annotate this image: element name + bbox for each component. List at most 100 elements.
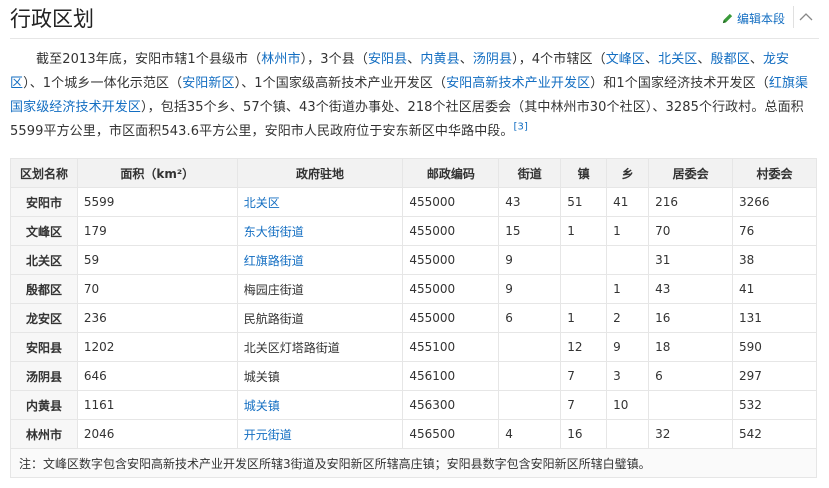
link-neihuang[interactable]: 内黄县 [420,52,459,67]
pencil-icon [722,13,733,24]
division-name-cell: 内黄县 [10,390,78,420]
col-header: 邮政编码 [402,158,500,188]
table-cell: 455100 [402,332,500,362]
table-cell: 43 [648,274,734,304]
para-text: 、 [697,52,711,67]
link-wenfeng[interactable]: 文峰区 [606,52,645,67]
seat-link[interactable]: 红旗路街道 [244,254,304,268]
col-header: 面积（km²） [76,158,238,188]
table-row: 龙安区 236 民航路街道 455000 6 1 2 16 131 [10,303,817,333]
table-cell: 646 [76,361,238,391]
table-cell [498,390,562,420]
division-name-cell: 林州市 [10,419,78,449]
col-header: 乡 [606,158,650,188]
table-cell: 2 [606,303,650,333]
table-cell: 32 [648,419,734,449]
table-row: 林州市 2046 开元街道 456500 4 16 32 542 [10,419,817,449]
link-yindu[interactable]: 殷都区 [711,52,750,67]
table-cell: 456500 [402,419,500,449]
division-name-cell: 安阳市 [10,187,78,217]
table-row: 殷都区 70 梅园庄街道 455000 9 1 43 41 [10,274,817,304]
section-header: 行政区划 编辑本段 [10,0,819,39]
para-text: 、 [459,52,473,67]
table-cell: 297 [732,361,817,391]
header-divider [10,38,819,39]
link-anyang-new-district[interactable]: 安阳新区 [182,76,234,91]
table-cell: 236 [76,303,238,333]
table-cell: 18 [648,332,734,362]
edit-section-label: 编辑本段 [736,12,785,26]
table-cell: 10 [606,390,650,420]
para-text: ），4个市辖区（ [512,52,606,67]
table-cell: 38 [732,245,817,275]
para-text: ）、1个国家级高新技术产业开发区（ [234,76,447,91]
table-note: 注：文峰区数字包含安阳高新技术产业开发区所辖3街道及安阳新区所辖高庄镇；安阳县数… [10,448,817,478]
table-cell: 590 [732,332,817,362]
para-text: ），3个县（ [300,52,368,67]
table-row: 北关区 59 红旗路街道 455000 9 31 38 [10,245,817,275]
table-cell: 532 [732,390,817,420]
chevron-up-icon [799,13,812,21]
table-cell: 131 [732,303,817,333]
table-cell: 455000 [402,245,500,275]
table-cell: 41 [732,274,817,304]
table-cell: 1 [560,216,608,246]
table-row: 文峰区 179 东大街街道 455000 15 1 1 70 76 [10,216,817,246]
division-name-cell: 汤阴县 [10,361,78,391]
table-cell: 北关区灯塔路街道 [236,332,404,362]
division-name-cell: 安阳县 [10,332,78,362]
seat-link[interactable]: 北关区 [244,196,280,210]
table-cell: 5599 [76,187,238,217]
table-cell [560,245,608,275]
table-cell: 542 [732,419,817,449]
col-header: 居委会 [648,158,734,188]
table-cell: 455000 [402,274,500,304]
table-cell: 31 [648,245,734,275]
table-cell: 43 [498,187,562,217]
link-anyang-county[interactable]: 安阳县 [368,52,407,67]
table-cell: 2046 [76,419,238,449]
table-cell: 梅园庄街道 [236,274,404,304]
link-beiguan[interactable]: 北关区 [658,52,697,67]
table-cell: 1 [606,216,650,246]
seat-link[interactable]: 城关镇 [244,399,280,413]
table-cell: 9 [498,274,562,304]
table-note-row: 注：文峰区数字包含安阳高新技术产业开发区所辖3街道及安阳新区所辖高庄镇；安阳县数… [10,448,817,478]
table-cell [498,332,562,362]
table-cell: 16 [560,419,608,449]
table-cell: 76 [732,216,817,246]
table-row: 汤阴县 646 城关镇 456100 7 3 6 297 [10,361,817,391]
para-text: ）和1个国家经济技术开发区（ [590,76,769,91]
table-cell: 3 [606,361,650,391]
table-cell: 民航路街道 [236,303,404,333]
col-header: 镇 [560,158,608,188]
table-cell: 12 [560,332,608,362]
table-cell: 216 [648,187,734,217]
table-cell [606,245,650,275]
reference-link[interactable]: [3] [514,122,528,133]
para-text: 截至2013年底，安阳市辖1个县级市（ [36,52,262,67]
para-text: 、 [645,52,659,67]
para-text: ）、1个城乡一体化示范区（ [23,76,183,91]
seat-cell: 东大街街道 [236,216,404,246]
table-cell [606,419,650,449]
seat-link[interactable]: 开元街道 [244,428,292,442]
col-header: 街道 [498,158,562,188]
col-header: 村委会 [732,158,817,188]
para-text: 、 [407,52,421,67]
edit-section-button[interactable]: 编辑本段 [721,10,785,27]
table-cell [498,361,562,391]
table-cell: 3266 [732,187,817,217]
link-tangyin[interactable]: 汤阴县 [473,52,512,67]
table-cell: 1161 [76,390,238,420]
link-linzhou[interactable]: 林州市 [261,52,300,67]
section-title: 行政区划 [10,7,94,31]
collapse-section-button[interactable] [793,6,817,28]
table-cell: 455000 [402,187,500,217]
table-cell: 456100 [402,361,500,391]
seat-link[interactable]: 东大街街道 [244,225,304,239]
link-hitech-zone[interactable]: 安阳高新技术产业开发区 [446,76,590,91]
seat-cell: 城关镇 [236,390,404,420]
table-cell: 6 [498,303,562,333]
table-cell: 9 [606,332,650,362]
